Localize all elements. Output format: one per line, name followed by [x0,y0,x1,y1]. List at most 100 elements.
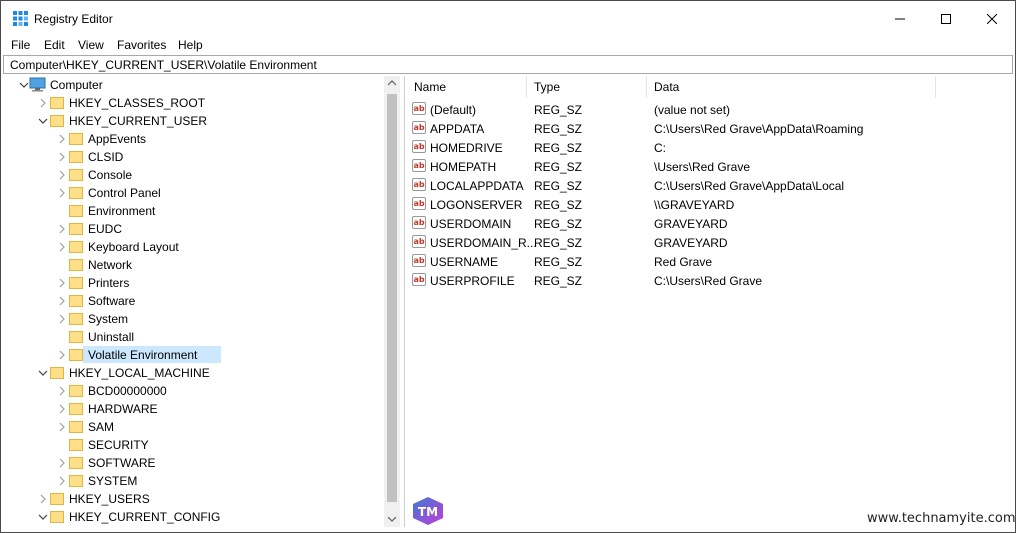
value-data: GRAVEYARD [654,217,728,231]
tree-item-label[interactable]: HKEY_CURRENT_CONFIG [69,510,220,524]
column-header-name[interactable]: Name [414,80,446,94]
string-value-icon: ab [412,159,426,172]
folder-icon [69,223,83,235]
chevron-right-icon[interactable] [57,314,67,324]
minimize-button[interactable] [877,1,923,36]
tree-scrollbar-thumb[interactable] [387,94,397,502]
value-row[interactable]: ab USERDOMAIN REG_SZ GRAVEYARD [406,214,1006,233]
chevron-right-icon[interactable] [57,458,67,468]
chevron-down-icon[interactable] [19,80,29,90]
scroll-up-icon[interactable] [388,80,396,86]
value-row[interactable]: ab (Default) REG_SZ (value not set) [406,100,1006,119]
tree-item-label[interactable]: Volatile Environment [88,348,197,362]
string-value-icon: ab [412,121,426,134]
value-data: Red Grave [654,255,713,269]
maximize-button[interactable] [923,1,969,36]
column-header-type[interactable]: Type [534,80,560,94]
value-name: (Default) [430,103,477,117]
menu-view[interactable]: View [78,38,104,52]
chevron-right-icon[interactable] [57,278,67,288]
string-value-icon: ab [412,273,426,286]
folder-icon [69,151,83,163]
value-type: REG_SZ [534,274,583,288]
tree-item-label[interactable]: HKEY_CLASSES_ROOT [69,96,205,110]
menu-edit[interactable]: Edit [44,38,65,52]
chevron-right-icon[interactable] [57,188,67,198]
chevron-right-icon[interactable] [57,422,67,432]
chevron-right-icon[interactable] [57,170,67,180]
chevron-right-icon[interactable] [57,476,67,486]
tree-item-label[interactable]: HKEY_LOCAL_MACHINE [69,366,210,380]
folder-icon [69,277,83,289]
column-divider[interactable] [935,76,936,98]
chevron-right-icon[interactable] [57,386,67,396]
tree-item-label[interactable]: SYSTEM [88,474,137,488]
chevron-down-icon[interactable] [38,368,48,378]
chevron-down-icon[interactable] [38,512,48,522]
tree-item-label[interactable]: HKEY_CURRENT_USER [69,114,207,128]
menu-favorites[interactable]: Favorites [117,38,166,52]
chevron-right-icon[interactable] [57,296,67,306]
value-name: HOMEPATH [430,160,497,174]
folder-icon [69,205,83,217]
menu-file[interactable]: File [11,38,30,52]
tree-item-label[interactable]: System [88,312,128,326]
address-bar[interactable]: Computer\HKEY_CURRENT_USER\Volatile Envi… [3,55,1013,74]
chevron-right-icon[interactable] [38,494,48,504]
tree-item-label[interactable]: HKEY_USERS [69,492,150,506]
tree-item-label[interactable]: Uninstall [88,330,134,344]
key-tree[interactable]: Computer HKEY_CLASSES_ROOT HKEY_CURRENT_US… [1,76,400,527]
chevron-down-icon[interactable] [38,116,48,126]
tree-item-label[interactable]: HARDWARE [88,402,158,416]
value-row[interactable]: ab USERDOMAIN_R... REG_SZ GRAVEYARD [406,233,1006,252]
tree-item-label[interactable]: SECURITY [88,438,149,452]
value-row[interactable]: ab USERPROFILE REG_SZ C:\Users\Red Grave [406,271,1006,290]
tree-item-label[interactable]: Control Panel [88,186,161,200]
value-type: REG_SZ [534,103,583,117]
value-data: (value not set) [654,103,731,117]
value-row[interactable]: ab HOMEDRIVE REG_SZ C: [406,138,1006,157]
value-row[interactable]: ab LOGONSERVER REG_SZ \\GRAVEYARD [406,195,1006,214]
address-path[interactable]: Computer\HKEY_CURRENT_USER\Volatile Envi… [10,58,317,72]
chevron-right-icon[interactable] [57,404,67,414]
value-name: HOMEDRIVE [430,141,503,155]
tree-item-label[interactable]: Printers [88,276,129,290]
string-value-icon: ab [412,102,426,115]
pane-splitter[interactable] [404,76,405,527]
value-row[interactable]: ab HOMEPATH REG_SZ \Users\Red Grave [406,157,1006,176]
values-list[interactable]: Name Type Data ab (Default) REG_SZ (value n… [406,76,1013,527]
title-bar[interactable]: Registry Editor [1,1,1015,36]
tree-item-label[interactable]: Environment [88,204,155,218]
chevron-right-icon[interactable] [57,224,67,234]
value-row[interactable]: ab APPDATA REG_SZ C:\Users\Red Grave\AppDat… [406,119,1006,138]
tree-item-label[interactable]: Network [88,258,132,272]
tree-item-label[interactable]: SAM [88,420,114,434]
chevron-right-icon[interactable] [38,98,48,108]
tree-item-label[interactable]: Console [88,168,132,182]
folder-icon [69,439,83,451]
chevron-right-icon[interactable] [57,134,67,144]
minimize-icon [895,18,905,19]
tree-item-label[interactable]: CLSID [88,150,123,164]
chevron-right-icon[interactable] [57,350,67,360]
column-header-data[interactable]: Data [654,80,679,94]
scroll-down-icon[interactable] [388,516,396,522]
tree-item-label[interactable]: BCD00000000 [88,384,167,398]
tree-item-label[interactable]: Software [88,294,135,308]
menu-help[interactable]: Help [178,38,203,52]
column-divider[interactable] [526,76,527,98]
tree-scrollbar[interactable] [384,76,400,527]
tree-item-label[interactable]: SOFTWARE [88,456,156,470]
tree-item-label[interactable]: EUDC [88,222,122,236]
value-data: \\GRAVEYARD [654,198,735,212]
chevron-right-icon[interactable] [57,152,67,162]
value-row[interactable]: ab LOCALAPPDATA REG_SZ C:\Users\Red Grave\A… [406,176,1006,195]
value-data: \Users\Red Grave [654,160,751,174]
value-row[interactable]: ab USERNAME REG_SZ Red Grave [406,252,1006,271]
tree-item-label[interactable]: Computer [50,78,103,92]
chevron-right-icon[interactable] [57,242,67,252]
column-divider[interactable] [646,76,647,98]
tree-item-label[interactable]: Keyboard Layout [88,240,179,254]
tree-item-label[interactable]: AppEvents [88,132,146,146]
close-button[interactable] [969,1,1015,36]
